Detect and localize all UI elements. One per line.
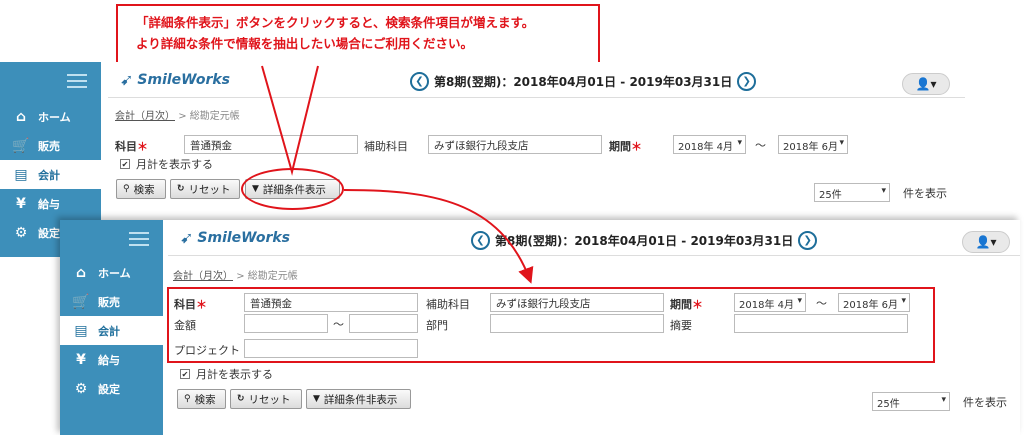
monthly-total-checkbox[interactable]: ✔ 月計を表示する — [120, 156, 213, 172]
sidebar-item-sales[interactable]: 🛒 販売 — [0, 131, 101, 160]
reset-button[interactable]: ↻ リセット — [170, 179, 240, 199]
sidebar-item-label: ホーム — [98, 266, 131, 280]
highlight-frame — [167, 287, 935, 363]
sidebar-item-payroll[interactable]: ¥ 給与 — [0, 189, 101, 218]
prev-period-button[interactable]: ❮ — [410, 72, 429, 91]
reset-button[interactable]: ↻ リセット — [230, 389, 302, 409]
per-page-suffix: 件を表示 — [903, 187, 947, 200]
breadcrumb: 会計（月次） > 総勘定元帳 — [173, 267, 298, 282]
sidebar-item-accounting[interactable]: ▤ 会計 — [0, 160, 101, 189]
period-nav: ❮ 第8期(翌期)：2018年04月01日 - 2019年03月31日 ❯ — [466, 231, 822, 250]
logo: ➹ SmileWorks — [180, 228, 290, 247]
subject-label: 科目＊ — [115, 140, 148, 153]
checkbox-box[interactable]: ✔ — [180, 369, 190, 379]
sidebar-item-home[interactable]: ⌂ ホーム — [0, 102, 101, 131]
calculator-icon: ▤ — [14, 166, 28, 183]
calculator-icon: ▤ — [74, 322, 88, 339]
next-period-button[interactable]: ❯ — [737, 72, 757, 91]
cart-icon: 🛒 — [72, 293, 90, 310]
sidebar-item-label: 給与 — [98, 353, 120, 367]
sidebar-item-home[interactable]: ⌂ ホーム — [60, 258, 163, 287]
refresh-icon: ↻ — [177, 184, 185, 194]
home-icon: ⌂ — [15, 108, 27, 125]
per-page-select[interactable]: 25件 — [872, 392, 950, 411]
money-bag-icon: ¥ — [16, 195, 26, 212]
breadcrumb-current: 総勘定元帳 — [247, 271, 298, 282]
breadcrumb-parent-link[interactable]: 会計（月次） — [173, 271, 233, 282]
logo: ➹ SmileWorks — [120, 70, 230, 89]
menu-icon[interactable] — [67, 74, 87, 88]
logo-text: SmileWorks — [137, 71, 231, 88]
highlight-ellipse — [241, 168, 344, 210]
user-menu-button[interactable]: 👤▾ — [902, 73, 950, 95]
money-bag-icon: ¥ — [76, 351, 86, 368]
logo-icon: ➹ — [120, 70, 134, 89]
sidebar-item-label: 設定 — [98, 382, 120, 396]
sidebar-item-label: ホーム — [38, 110, 71, 124]
monthly-total-label: 月計を表示する — [196, 368, 273, 381]
per-page-suffix: 件を表示 — [963, 396, 1007, 409]
sidebar-item-label: 給与 — [38, 197, 60, 211]
period-nav: ❮ 第8期(翌期)：2018年04月01日 - 2019年03月31日 ❯ — [405, 72, 761, 91]
cart-icon: 🛒 — [12, 137, 30, 154]
sidebar-item-sales[interactable]: 🛒 販売 — [60, 287, 163, 316]
sidebar-item-label: 販売 — [98, 295, 120, 309]
gear-icon: ⚙ — [74, 380, 88, 397]
sidebar-item-payroll[interactable]: ¥ 給与 — [60, 345, 163, 374]
breadcrumb-separator: > — [236, 271, 245, 282]
logo-icon: ➹ — [180, 228, 194, 247]
home-icon: ⌂ — [75, 264, 87, 281]
callout-line-1: 「詳細条件表示」ボタンをクリックすると、検索条件項目が増えます。 — [136, 15, 535, 30]
user-menu-button[interactable]: 👤▾ — [962, 231, 1010, 253]
sidebar-item-label: 販売 — [38, 139, 60, 153]
per-page-select[interactable]: 25件 — [814, 183, 890, 202]
period-label: 第8期(翌期)：2018年04月01日 - 2019年03月31日 — [434, 75, 733, 89]
sidebar: ⌂ ホーム 🛒 販売 ▤ 会計 ¥ 給与 ⚙ 設定 — [60, 220, 163, 435]
sidebar-item-label: 会計 — [38, 168, 60, 182]
checkbox-box[interactable]: ✔ — [120, 159, 130, 169]
search-icon: ⚲ — [184, 394, 191, 404]
annotation-callout: 「詳細条件表示」ボタンをクリックすると、検索条件項目が増えます。 より詳細な条件… — [116, 4, 600, 66]
sub-subject-label: 補助科目 — [364, 140, 408, 153]
period-from-select[interactable]: 2018年 4月 — [673, 135, 746, 154]
sidebar-item-accounting[interactable]: ▤ 会計 — [60, 316, 163, 345]
search-button[interactable]: ⚲ 検索 — [177, 389, 226, 409]
prev-period-button[interactable]: ❮ — [471, 231, 490, 250]
sidebar-nav: ⌂ ホーム 🛒 販売 ▤ 会計 ¥ 給与 ⚙ 設定 — [60, 258, 163, 403]
monthly-total-checkbox[interactable]: ✔ 月計を表示する — [180, 366, 273, 382]
breadcrumb: 会計（月次） > 総勘定元帳 — [115, 107, 240, 122]
sidebar-item-label: 会計 — [98, 324, 120, 338]
callout-line-2: より詳細な条件で情報を抽出したい場合にご利用ください。 — [136, 36, 474, 51]
period-range-separator: ～ — [755, 139, 766, 152]
monthly-total-label: 月計を表示する — [136, 158, 213, 171]
filter-icon: ▼ — [313, 394, 320, 404]
sub-subject-input[interactable]: みずほ銀行九段支店 — [428, 135, 602, 154]
search-button[interactable]: ⚲ 検索 — [116, 179, 166, 199]
search-icon: ⚲ — [123, 184, 130, 194]
next-period-button[interactable]: ❯ — [798, 231, 818, 250]
breadcrumb-parent-link[interactable]: 会計（月次） — [115, 111, 175, 122]
gear-icon: ⚙ — [14, 224, 28, 241]
subject-input[interactable]: 普通預金 — [184, 135, 358, 154]
period-to-select[interactable]: 2018年 6月 — [778, 135, 848, 154]
period-label: 第8期(翌期)：2018年04月01日 - 2019年03月31日 — [495, 234, 794, 248]
hide-detail-button[interactable]: ▼ 詳細条件非表示 — [306, 389, 411, 409]
breadcrumb-separator: > — [178, 111, 187, 122]
breadcrumb-current: 総勘定元帳 — [189, 111, 240, 122]
period-field-label: 期間＊ — [609, 140, 642, 153]
logo-text: SmileWorks — [197, 229, 291, 246]
menu-icon[interactable] — [129, 232, 149, 246]
sidebar-item-settings[interactable]: ⚙ 設定 — [60, 374, 163, 403]
refresh-icon: ↻ — [237, 394, 245, 404]
sidebar-item-label: 設定 — [38, 226, 60, 240]
